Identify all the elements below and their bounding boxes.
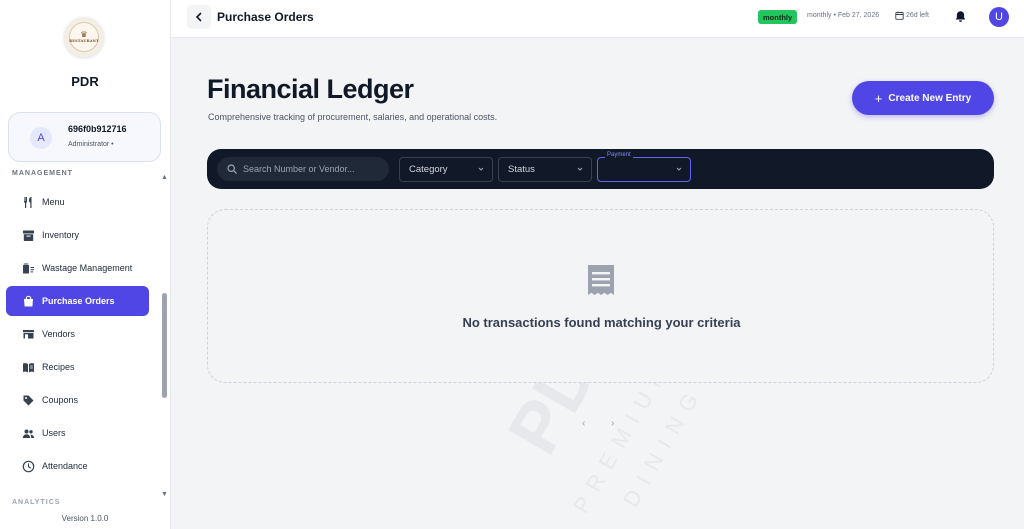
payment-select[interactable]: Payment xyxy=(597,152,691,182)
scroll-down-arrow-icon[interactable]: ▼ xyxy=(161,491,168,498)
receipt-icon xyxy=(588,265,614,295)
chevron-down-icon xyxy=(478,167,484,171)
book-icon xyxy=(22,361,35,374)
section-label-management: MANAGEMENT xyxy=(12,170,73,177)
logo-text: RESTAURANT xyxy=(69,39,99,43)
archive-box-icon xyxy=(22,229,35,242)
sidebar-item-vendors[interactable]: Vendors xyxy=(6,319,149,349)
plus-icon: + xyxy=(874,90,883,106)
scroll-up-arrow-icon[interactable]: ▲ xyxy=(161,174,168,181)
sidebar-item-recipes[interactable]: Recipes xyxy=(6,352,149,382)
payment-select-label: Payment xyxy=(605,152,633,158)
sidebar-item-label: Coupons xyxy=(42,395,79,405)
restaurant-logo[interactable]: ♛ RESTAURANT xyxy=(64,17,104,57)
sidebar-item-inventory[interactable]: Inventory xyxy=(6,220,149,250)
calendar-icon xyxy=(895,11,904,20)
chevron-left-icon xyxy=(195,12,202,22)
sidebar-item-label: Users xyxy=(42,428,66,438)
sidebar-item-users[interactable]: Users xyxy=(6,418,149,448)
category-select[interactable]: Category xyxy=(399,157,493,182)
sidebar-nav: Menu Inventory Wastage Management Purcha… xyxy=(6,185,154,495)
sidebar-item-label: Attendance xyxy=(42,461,88,471)
search-box[interactable] xyxy=(217,157,389,181)
sidebar: ♛ RESTAURANT PDR A 696f0b912716 Administ… xyxy=(0,0,171,529)
back-button[interactable] xyxy=(187,5,211,29)
empty-state-message: No transactions found matching your crit… xyxy=(462,315,741,330)
sidebar-item-label: Purchase Orders xyxy=(42,296,115,306)
sidebar-item-label: Inventory xyxy=(42,230,80,240)
sidebar-item-label: Menu xyxy=(42,197,65,207)
section-label-analytics: ANALYTICS xyxy=(12,499,61,506)
sidebar-item-label: Vendors xyxy=(42,329,76,339)
users-icon xyxy=(22,427,35,440)
ledger-title: Financial Ledger xyxy=(207,74,414,104)
search-icon xyxy=(227,164,237,174)
category-select-label: Category xyxy=(409,164,448,175)
waste-bin-icon xyxy=(22,262,35,275)
truck-icon xyxy=(22,328,35,341)
days-left: 26d left xyxy=(906,12,929,19)
search-input[interactable] xyxy=(243,164,383,174)
clock-icon xyxy=(22,460,35,473)
logo-emblem: ♛ RESTAURANT xyxy=(69,22,99,52)
filter-bar: Category Status Payment xyxy=(207,149,994,189)
pagination-prev-button[interactable]: ‹ xyxy=(582,418,585,429)
user-id: 696f0b912716 xyxy=(68,124,127,134)
sidebar-item-label: Recipes xyxy=(42,362,75,372)
sidebar-item-purchase-orders[interactable]: Purchase Orders xyxy=(6,286,149,316)
user-role[interactable]: Administrator • xyxy=(68,141,114,148)
page-title: Purchase Orders xyxy=(217,10,314,24)
version-label: Version 1.0.0 xyxy=(61,514,109,523)
brand-name: PDR xyxy=(71,74,99,89)
plan-badge: monthly xyxy=(758,10,798,24)
status-select-label: Status xyxy=(508,164,535,175)
chevron-down-icon xyxy=(676,167,682,171)
empty-state-card: No transactions found matching your crit… xyxy=(207,209,994,383)
sidebar-item-label: Wastage Management xyxy=(42,263,133,273)
create-new-entry-label: Create New Entry xyxy=(888,92,972,104)
avatar[interactable]: A xyxy=(30,127,52,149)
tag-icon xyxy=(22,394,35,407)
sidebar-item-coupons[interactable]: Coupons xyxy=(6,385,149,415)
ledger-subtitle: Comprehensive tracking of procurement, s… xyxy=(208,112,498,122)
utensils-icon xyxy=(22,196,35,209)
logo-crest-icon: ♛ xyxy=(80,30,88,39)
sidebar-item-attendance[interactable]: Attendance xyxy=(6,451,149,481)
sidebar-item-wastage-management[interactable]: Wastage Management xyxy=(6,253,149,283)
sidebar-item-menu[interactable]: Menu xyxy=(6,187,149,217)
shopping-bag-icon xyxy=(22,295,35,308)
chevron-down-icon xyxy=(577,167,583,171)
top-bar: Purchase Orders monthly monthly • Feb 27… xyxy=(171,0,1024,38)
create-new-entry-button[interactable]: + Create New Entry xyxy=(852,81,994,115)
user-avatar[interactable]: U xyxy=(989,7,1009,27)
svg-text:DINING: DINING xyxy=(618,380,708,511)
plan-info: monthly • Feb 27, 2026 xyxy=(807,12,880,19)
bell-icon[interactable] xyxy=(954,10,967,23)
status-select[interactable]: Status xyxy=(498,157,592,182)
pagination-next-button[interactable]: › xyxy=(611,418,614,429)
sidebar-scrollbar-thumb[interactable] xyxy=(162,293,167,398)
